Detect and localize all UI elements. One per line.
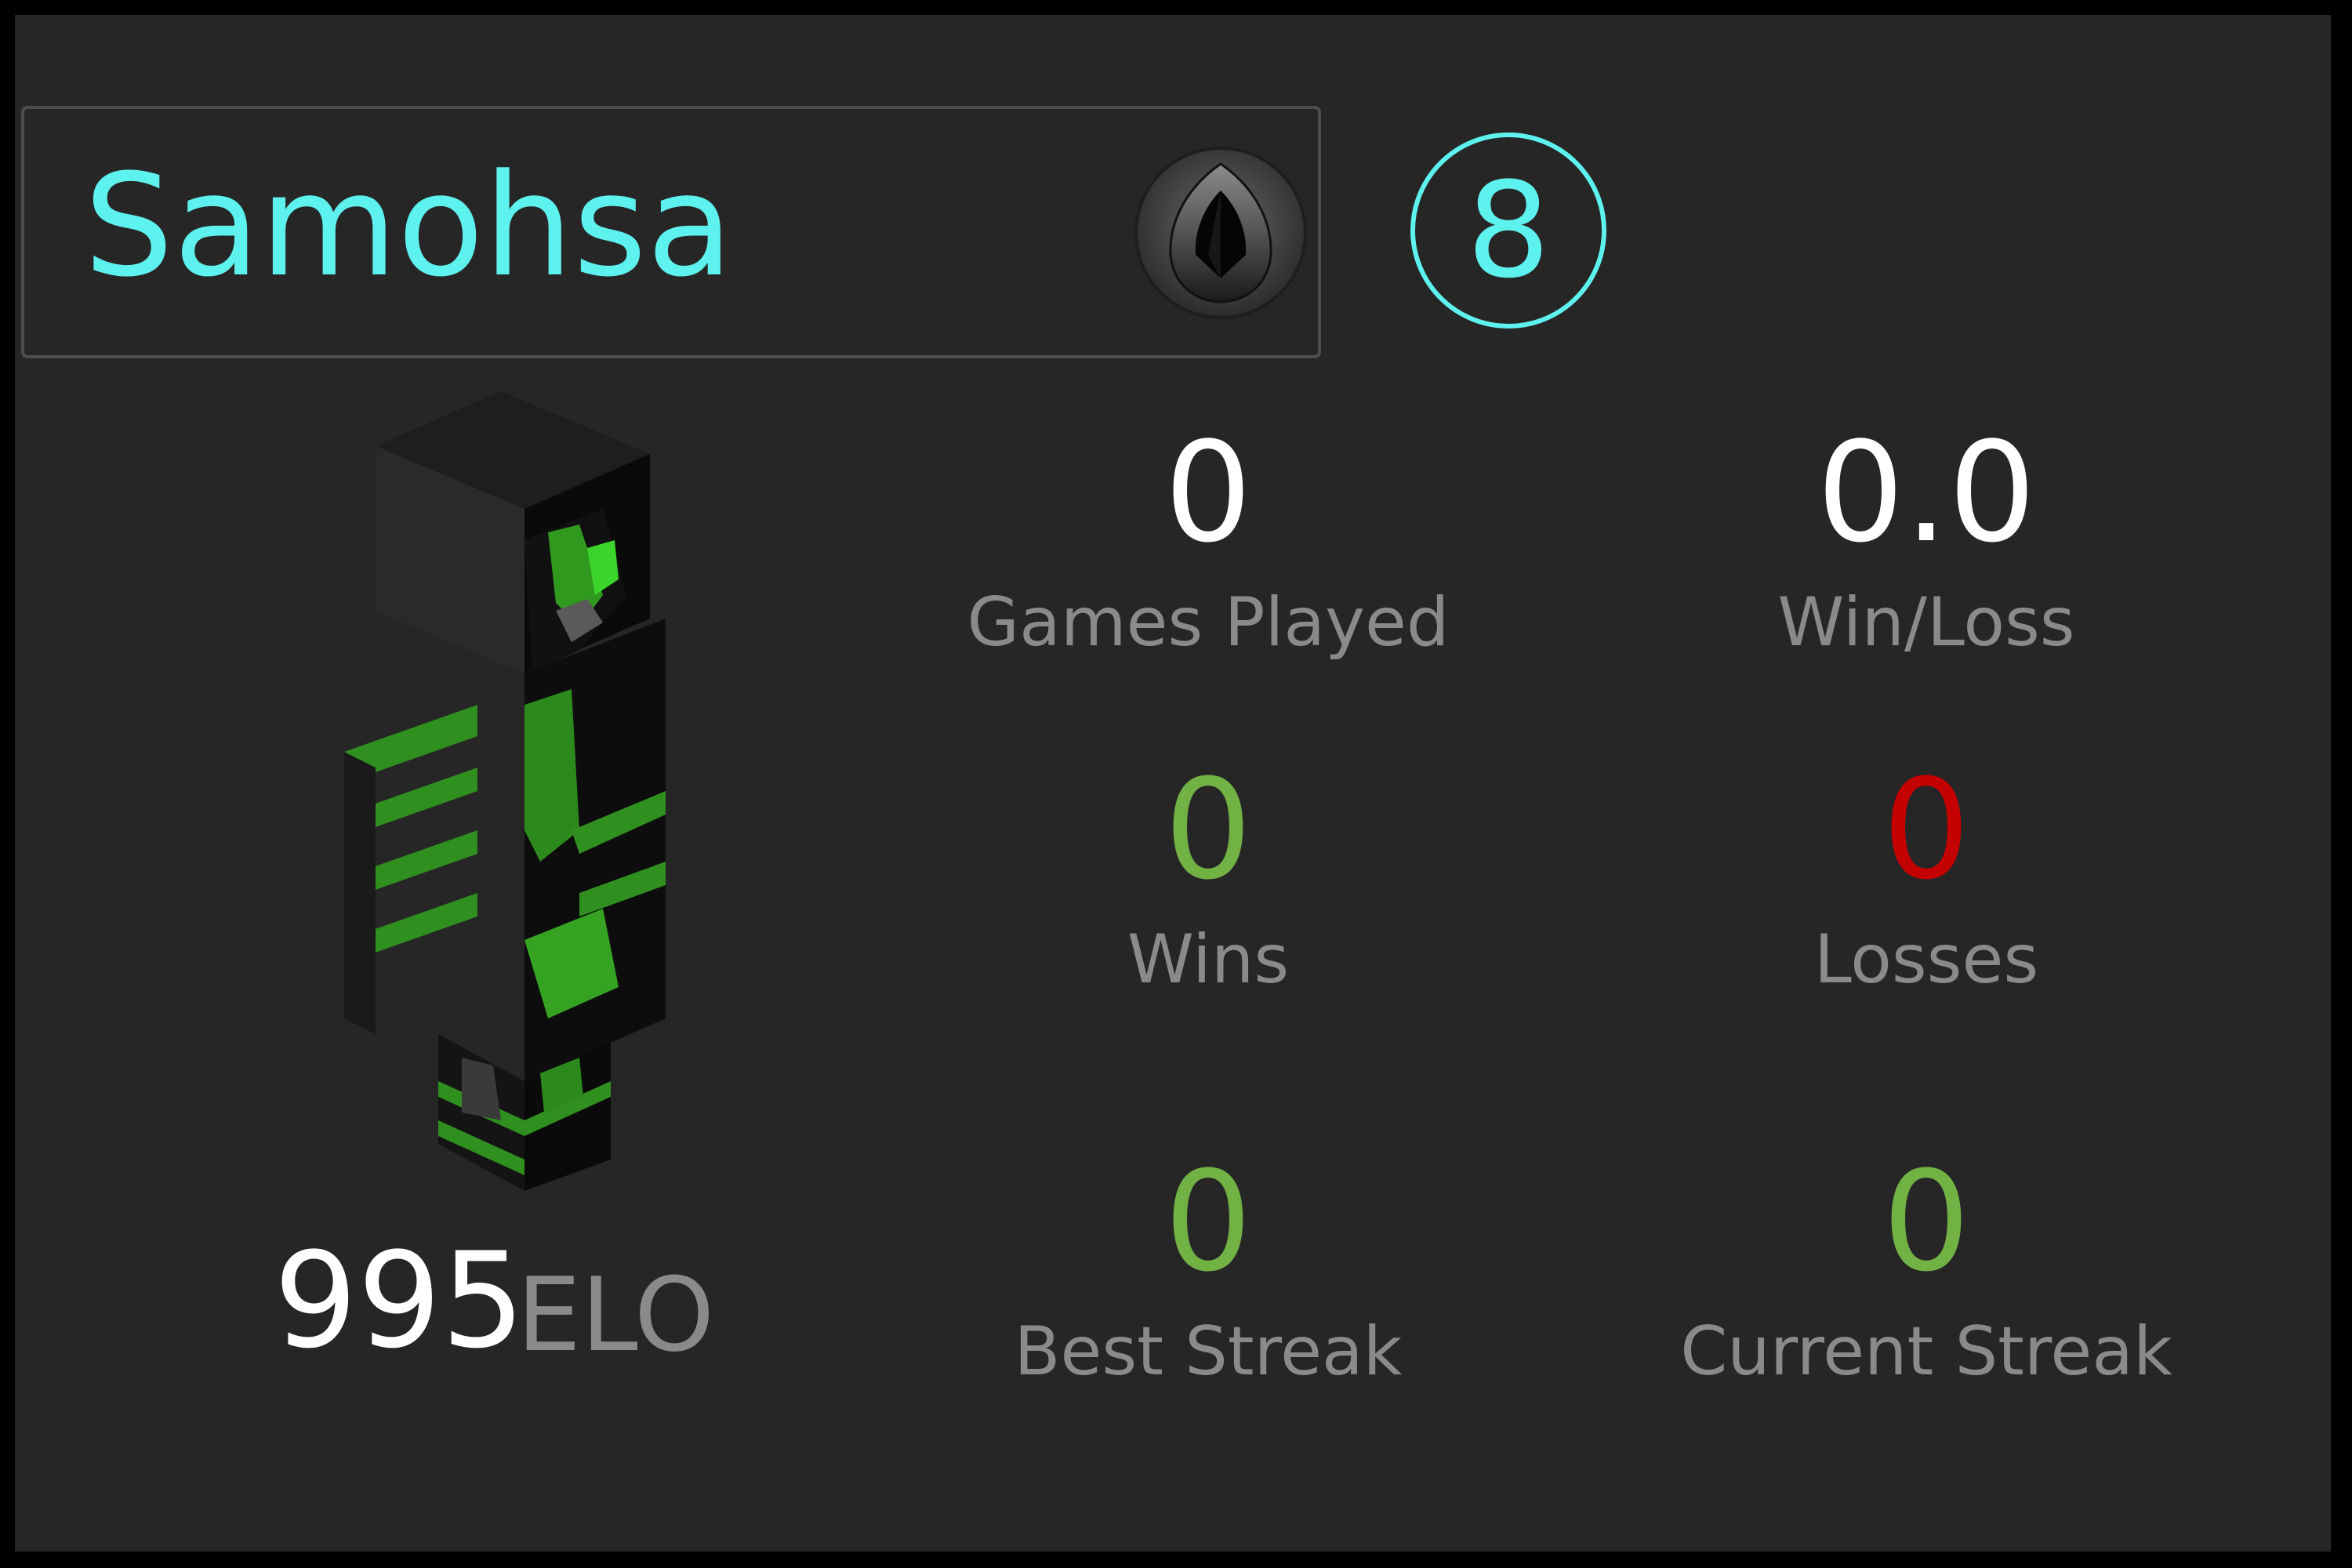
elo-label: ELO (517, 1255, 715, 1374)
player-skin-avatar (344, 391, 666, 1191)
level-badge: 8 (1410, 132, 1606, 328)
level-number: 8 (1466, 154, 1551, 307)
elo-rating: 995 ELO (274, 1222, 744, 1379)
stat-value: 0 (1882, 750, 1970, 910)
stat-label: Games Played (967, 583, 1450, 662)
stat-value: 0 (1164, 412, 1252, 573)
elo-value: 995 (274, 1224, 525, 1377)
black-gem-rank-icon (1134, 147, 1307, 319)
stat-value: 0 (1164, 750, 1252, 910)
stat-value: 0 (1164, 1142, 1252, 1302)
stat-label: Losses (1813, 920, 2039, 999)
stat-value: 0 (1882, 1142, 1970, 1302)
player-stats-card: Samohsa 8 995 ELO 0 Games Played 0.0 Win… (15, 15, 2331, 1552)
stat-label: Current Streak (1680, 1312, 2172, 1391)
stat-label: Wins (1127, 920, 1290, 999)
stat-best-streak: 0 Best Streak (910, 1144, 1506, 1403)
player-name-box: Samohsa (21, 106, 1321, 358)
stat-current-streak: 0 Current Streak (1628, 1144, 2224, 1403)
stat-value: 0.0 (1817, 412, 2036, 573)
player-name: Samohsa (84, 144, 734, 308)
stat-win-loss: 0.0 Win/Loss (1628, 415, 2224, 673)
stat-wins: 0 Wins (910, 752, 1506, 1011)
stat-losses: 0 Losses (1628, 752, 2224, 1011)
stat-label: Win/Loss (1777, 583, 2075, 662)
stat-games-played: 0 Games Played (910, 415, 1506, 673)
stat-label: Best Streak (1014, 1312, 1403, 1391)
